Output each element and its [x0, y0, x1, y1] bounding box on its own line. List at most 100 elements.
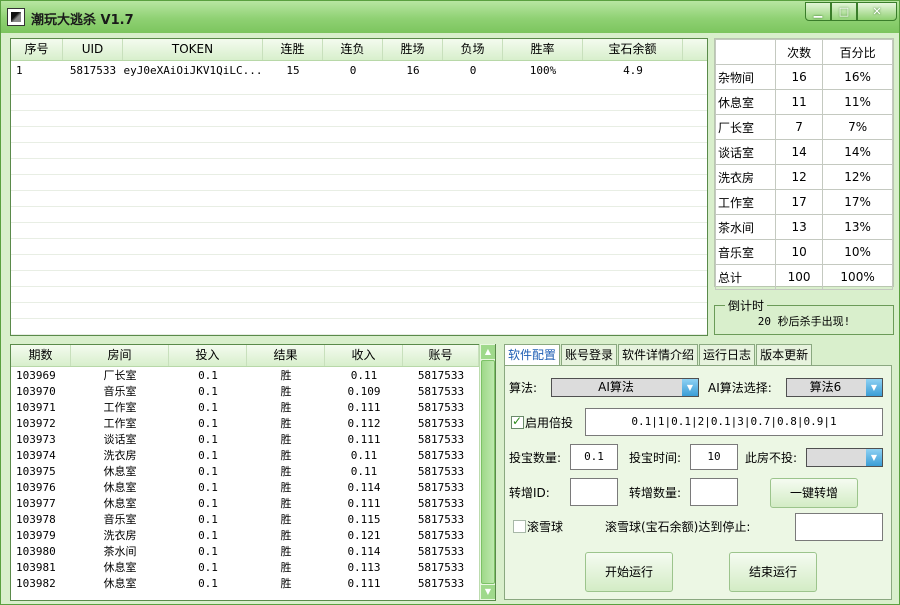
table-row[interactable]: 103982 休息室 0.1 胜 0.111 5817533 — [11, 576, 479, 592]
transfer-button[interactable]: 一键转增 — [770, 478, 858, 508]
multiplier-sequence-input[interactable]: 0.1|1|0.1|2|0.1|3|0.7|0.8|0.9|1 — [585, 408, 883, 436]
tab-2[interactable]: 软件详情介绍 — [618, 344, 699, 366]
accounts-col-header[interactable]: 胜场 — [383, 39, 443, 60]
history-col-header[interactable]: 结果 — [247, 345, 325, 366]
chevron-down-icon[interactable]: ▼ — [682, 379, 698, 396]
snowball-checkbox[interactable] — [513, 520, 526, 533]
table-cell: 胜 — [280, 401, 292, 414]
algo-label: 算法: — [509, 381, 538, 395]
start-button[interactable]: 开始运行 — [585, 552, 673, 592]
chevron-down-icon[interactable]: ▼ — [866, 449, 882, 466]
history-scrollbar[interactable]: ▲ ▼ — [479, 344, 495, 600]
accounts-col-header[interactable]: 胜率 — [503, 39, 583, 60]
tab-4[interactable]: 版本更新 — [756, 344, 813, 366]
multiplier-checkbox[interactable] — [511, 414, 524, 429]
table-row[interactable]: 1 5817533 eyJ0eXAiOiJKV1QiLC... 15 0 16 0 100% 4… — [11, 63, 707, 79]
skip-room-select[interactable]: ▼ — [806, 448, 883, 467]
accounts-table[interactable]: 序号 UID TOKEN 连胜 连负 胜场 负场 胜率 宝石余额 1 5817533 eyJ0eXA… — [10, 38, 708, 336]
bet-amount-input[interactable]: 0.1 — [570, 444, 618, 470]
table-cell: 103978 — [16, 513, 56, 526]
table-row[interactable]: 103979 洗衣房 0.1 胜 0.121 5817533 — [11, 528, 479, 544]
stats-count: 12 — [774, 164, 824, 190]
table-cell: 洗衣房 — [103, 449, 137, 462]
table-row[interactable]: 103972 工作室 0.1 胜 0.112 5817533 — [11, 416, 479, 432]
table-cell: 音乐室 — [103, 385, 137, 398]
accounts-col-header[interactable]: TOKEN — [123, 39, 263, 60]
table-row[interactable]: 103970 音乐室 0.1 胜 0.109 5817533 — [11, 384, 479, 400]
history-col-header[interactable]: 收入 — [325, 345, 403, 366]
table-cell: 0.115 — [347, 513, 381, 526]
snowball-label[interactable]: 滚雪球 — [527, 519, 563, 535]
table-cell: 5817533 — [417, 465, 465, 478]
multiplier-label[interactable]: 启用倍投 — [525, 415, 573, 431]
app-logo-icon — [7, 8, 25, 26]
table-cell: 0.1 — [198, 513, 218, 526]
table-cell: 0 — [469, 64, 477, 77]
history-col-header[interactable]: 投入 — [169, 345, 247, 366]
close-button[interactable]: ✕ — [857, 2, 897, 21]
table-row[interactable]: 103969 厂长室 0.1 胜 0.11 5817533 — [11, 368, 479, 384]
table-row[interactable]: 103973 谈话室 0.1 胜 0.111 5817533 — [11, 432, 479, 448]
snowball-stop-input[interactable] — [795, 513, 883, 541]
accounts-col-header[interactable]: 序号 — [11, 39, 63, 60]
history-col-header[interactable]: 账号 — [403, 345, 479, 366]
accounts-col-header[interactable]: 宝石余额 — [583, 39, 683, 60]
tab-3[interactable]: 运行日志 — [699, 344, 756, 366]
table-cell: 0.1 — [198, 369, 218, 382]
history-col-header[interactable]: 期数 — [11, 345, 71, 366]
table-cell: 0 — [349, 64, 357, 77]
chevron-down-icon[interactable]: ▼ — [866, 379, 882, 396]
transfer-id-input[interactable] — [570, 478, 618, 506]
table-row[interactable]: 103980 茶水间 0.1 胜 0.114 5817533 — [11, 544, 479, 560]
history-table-body: 103969 厂长室 0.1 胜 0.11 5817533 103970 音乐室 0.1 胜 0.1… — [11, 368, 479, 592]
table-row[interactable]: 103975 休息室 0.1 胜 0.11 5817533 — [11, 464, 479, 480]
accounts-table-header: 序号 UID TOKEN 连胜 连负 胜场 负场 胜率 宝石余额 — [11, 39, 707, 61]
table-row[interactable]: 103977 休息室 0.1 胜 0.111 5817533 — [11, 496, 479, 512]
window-title: 潮玩大逃杀 V1.7 — [31, 13, 134, 28]
stats-col-header: 次数 — [774, 39, 824, 65]
tab-0[interactable]: 软件配置 — [504, 344, 561, 367]
scroll-up-icon[interactable]: ▲ — [481, 345, 495, 359]
minimize-button[interactable]: ▁ — [805, 2, 831, 21]
table-cell: 5817533 — [417, 417, 465, 430]
table-cell: 5817533 — [417, 577, 465, 590]
table-cell: 音乐室 — [103, 513, 137, 526]
table-row[interactable]: 103981 休息室 0.1 胜 0.113 5817533 — [11, 560, 479, 576]
table-cell: 胜 — [280, 561, 292, 574]
table-row[interactable]: 103974 洗衣房 0.1 胜 0.11 5817533 — [11, 448, 479, 464]
countdown-legend: 倒计时 — [725, 297, 768, 314]
table-cell: 胜 — [280, 433, 292, 446]
stats-row: 杂物间 16 16% — [715, 64, 893, 90]
stats-count: 17 — [774, 189, 824, 215]
close-icon: ✕ — [872, 5, 882, 18]
table-cell: 0.1 — [198, 481, 218, 494]
table-cell: 谈话室 — [103, 433, 137, 446]
table-cell: 胜 — [280, 417, 292, 430]
table-cell: 茶水间 — [103, 545, 137, 558]
accounts-col-header[interactable]: 连胜 — [263, 39, 323, 60]
bet-time-input[interactable]: 10 — [690, 444, 738, 470]
table-cell: 胜 — [280, 385, 292, 398]
history-table[interactable]: 期数 房间 投入 结果 收入 账号 103969 厂长室 0.1 胜 0.11 5817533 103… — [10, 344, 496, 601]
stats-col-header: 百分比 — [822, 39, 893, 65]
history-col-header[interactable]: 房间 — [71, 345, 169, 366]
accounts-col-header[interactable]: 连负 — [323, 39, 383, 60]
table-cell: 103976 — [16, 481, 56, 494]
ai-algo-select[interactable]: 算法6 ▼ — [786, 378, 883, 397]
tab-1[interactable]: 账号登录 — [561, 344, 618, 366]
accounts-col-header[interactable]: 负场 — [443, 39, 503, 60]
stop-button[interactable]: 结束运行 — [729, 552, 817, 592]
algo-select[interactable]: AI算法 ▼ — [551, 378, 699, 397]
countdown-group: 倒计时 20 秒后杀手出现! — [714, 297, 894, 335]
accounts-col-header[interactable]: UID — [63, 39, 123, 60]
maximize-button[interactable]: □ — [831, 2, 857, 21]
title-bar[interactable]: 潮玩大逃杀 V1.7 ▁ □ ✕ — [1, 1, 899, 33]
scroll-down-icon[interactable]: ▼ — [481, 585, 495, 599]
transfer-qty-label: 转增数量: — [629, 486, 682, 500]
stats-room-name: 洗衣房 — [715, 164, 776, 190]
table-row[interactable]: 103971 工作室 0.1 胜 0.111 5817533 — [11, 400, 479, 416]
scroll-thumb[interactable] — [481, 360, 495, 584]
transfer-qty-input[interactable] — [690, 478, 738, 506]
table-row[interactable]: 103978 音乐室 0.1 胜 0.115 5817533 — [11, 512, 479, 528]
table-row[interactable]: 103976 休息室 0.1 胜 0.114 5817533 — [11, 480, 479, 496]
